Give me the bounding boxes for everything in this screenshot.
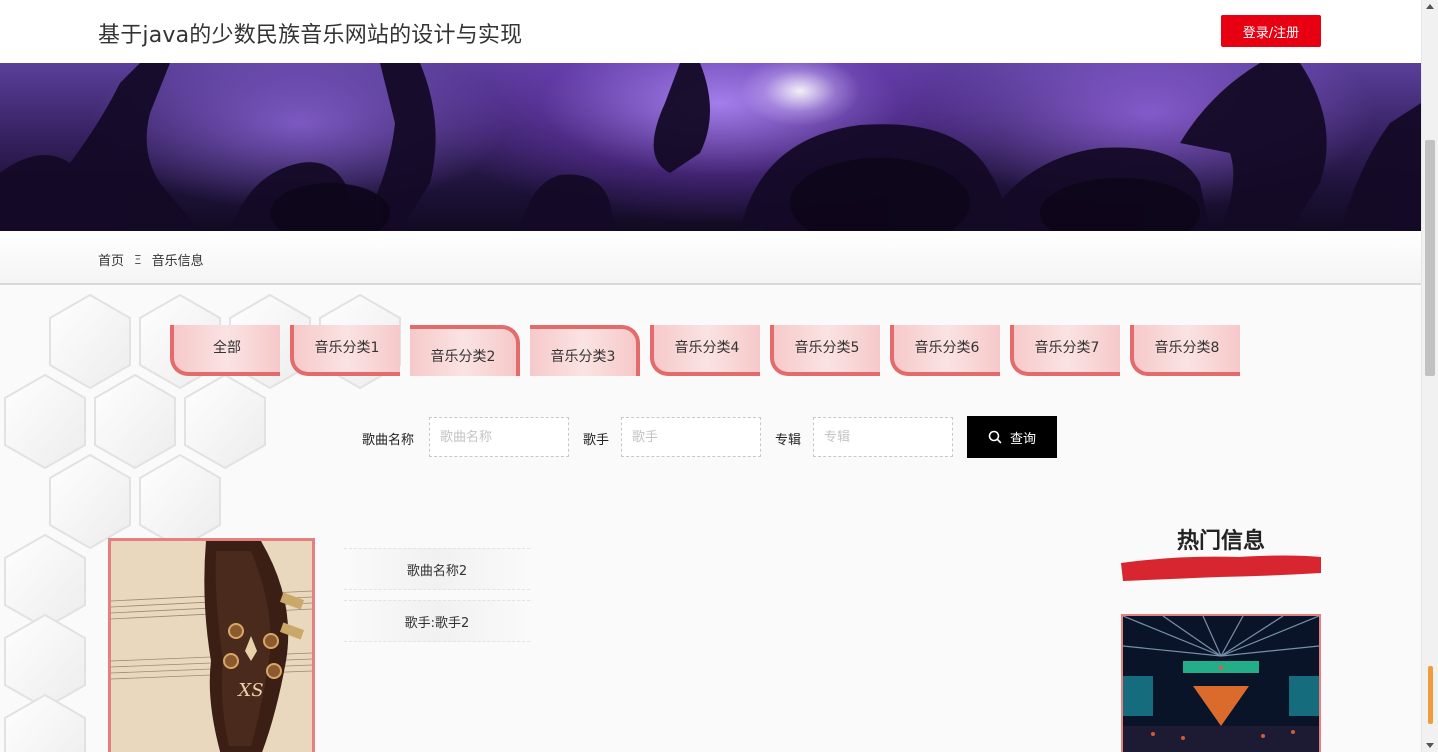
scrollbar-thumb[interactable]: [1425, 140, 1435, 376]
song-name-text[interactable]: 歌曲名称2: [344, 548, 530, 590]
album-label: 专辑: [775, 433, 802, 448]
singer-label: 歌手: [583, 433, 610, 448]
tab-category-8[interactable]: 音乐分类8: [1130, 325, 1240, 376]
breadcrumb-separator: Ξ: [134, 252, 142, 267]
concert-stage-image: ★: [1123, 616, 1319, 752]
tab-category-1[interactable]: 音乐分类1: [290, 325, 400, 376]
scroll-down-arrow-icon[interactable]: [1426, 743, 1434, 748]
guitar-headstock-image: XS: [111, 541, 312, 752]
tab-all[interactable]: 全部: [170, 325, 280, 376]
tab-category-4[interactable]: 音乐分类4: [650, 325, 760, 376]
singer-text: 歌手:歌手2: [344, 600, 530, 642]
breadcrumb-current[interactable]: 音乐信息: [152, 250, 204, 269]
song-name-label: 歌曲名称: [362, 433, 415, 448]
tab-category-2[interactable]: 音乐分类2: [410, 325, 520, 376]
music-content: 全部 音乐分类1 音乐分类2 音乐分类3 音乐分类4 音乐分类5 音乐分类6 音…: [0, 285, 1421, 752]
song-name-input[interactable]: [429, 417, 569, 457]
search-button-label: 查询: [1009, 431, 1036, 447]
brush-stroke-underline: [1121, 555, 1321, 581]
search-icon: [988, 430, 1002, 444]
tab-category-6[interactable]: 音乐分类6: [890, 325, 1000, 376]
scroll-position-marker: [1428, 666, 1433, 724]
singer-input[interactable]: [621, 417, 761, 457]
album-input[interactable]: [813, 417, 953, 457]
svg-text:XS: XS: [236, 680, 263, 701]
breadcrumb-band: 首页 Ξ 音乐信息: [0, 231, 1421, 285]
scroll-up-arrow-icon[interactable]: [1426, 4, 1434, 9]
page-scrollbar[interactable]: [1421, 0, 1438, 752]
breadcrumb-home[interactable]: 首页: [98, 250, 124, 269]
hero-banner: [0, 63, 1421, 231]
search-button[interactable]: 查询: [967, 416, 1057, 458]
hot-info-image[interactable]: ★: [1121, 614, 1321, 752]
tab-category-3[interactable]: 音乐分类3: [530, 325, 640, 376]
site-title[interactable]: 基于java的少数民族音乐网站的设计与实现: [98, 17, 522, 49]
music-cover-image[interactable]: XS: [108, 538, 315, 752]
site-header: 基于java的少数民族音乐网站的设计与实现 登录/注册: [0, 0, 1421, 63]
svg-text:★: ★: [1217, 663, 1224, 672]
concert-crowd-image: [0, 63, 1421, 231]
tab-category-7[interactable]: 音乐分类7: [1010, 325, 1120, 376]
breadcrumb: 首页 Ξ 音乐信息: [98, 250, 204, 270]
login-register-button[interactable]: 登录/注册: [1221, 15, 1321, 47]
tab-category-5[interactable]: 音乐分类5: [770, 325, 880, 376]
